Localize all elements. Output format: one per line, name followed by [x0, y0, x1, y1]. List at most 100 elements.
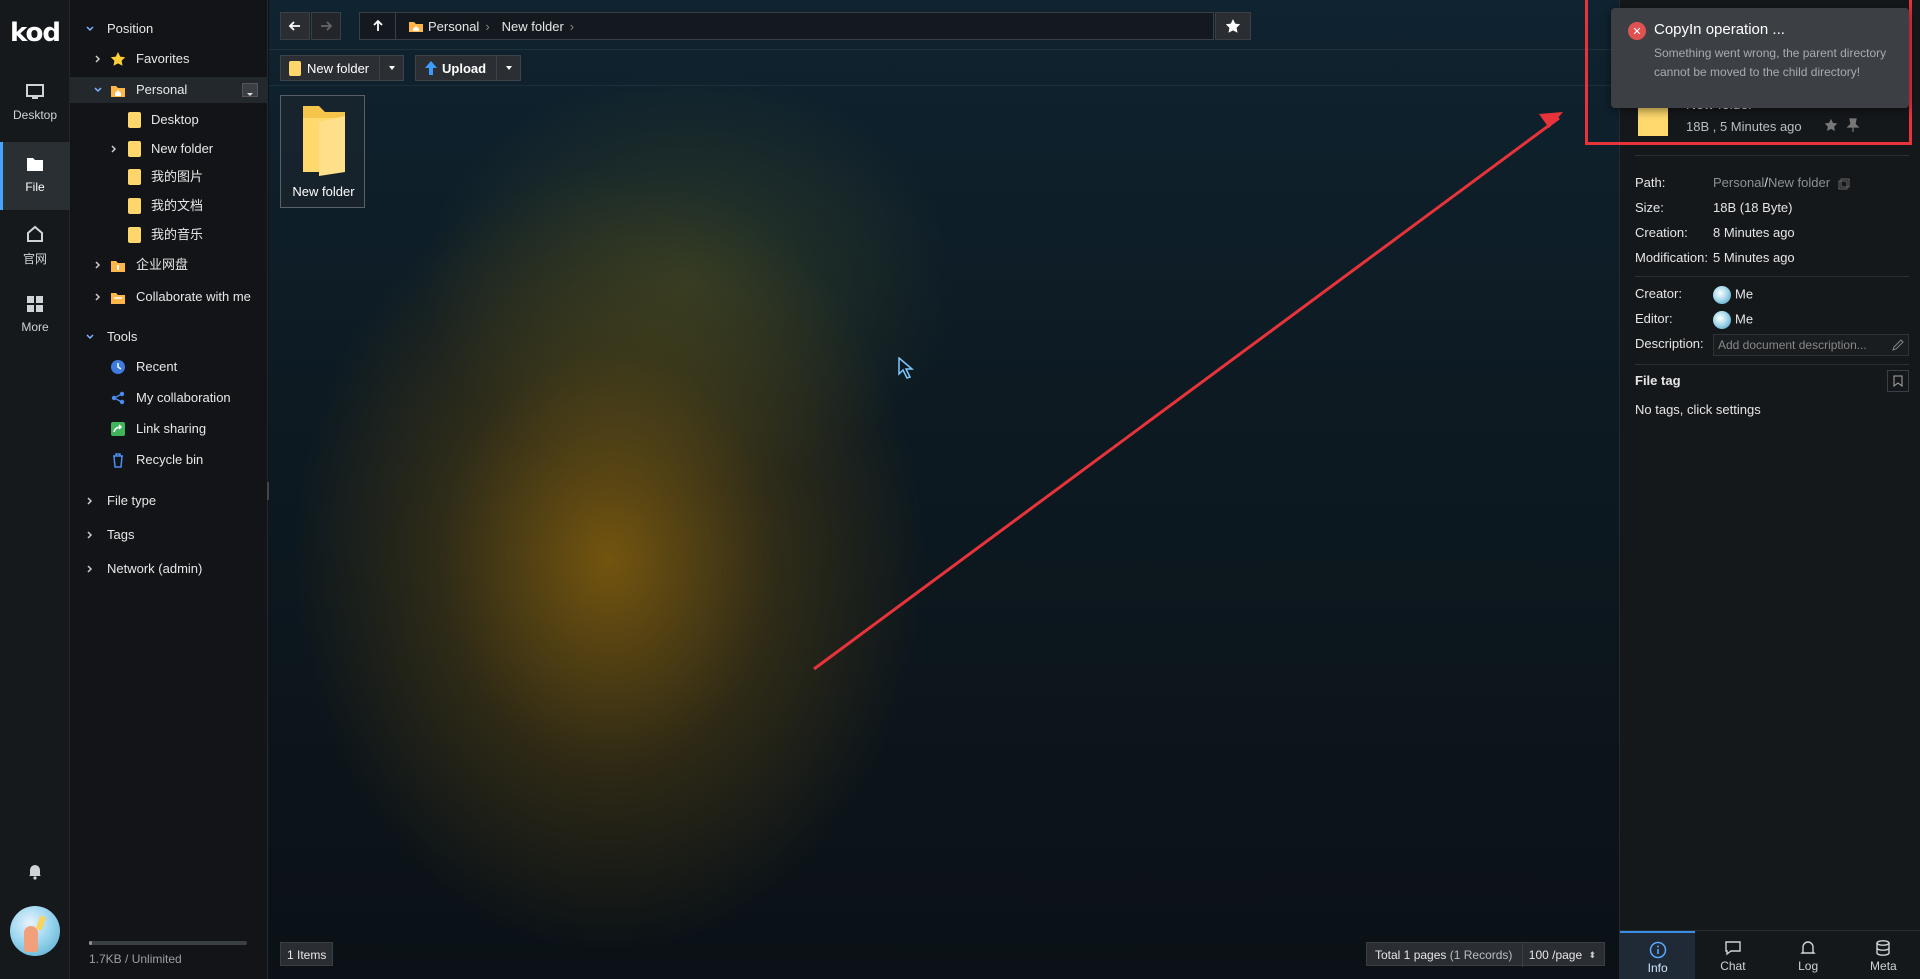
pencil-icon[interactable]: [1892, 339, 1904, 351]
info-label: Modification:: [1635, 250, 1708, 265]
grid-icon: [0, 294, 70, 320]
upload-dropdown[interactable]: [496, 56, 520, 80]
pagination: Total 1 pages (1 Records) 100 /page ⬍: [1366, 942, 1606, 967]
favorite-button[interactable]: [1215, 12, 1251, 40]
copy-icon[interactable]: [1838, 178, 1850, 190]
tree-item-personal[interactable]: Personal: [70, 77, 268, 103]
tree-item-label: New folder: [151, 141, 214, 156]
info-label: Size:: [1635, 200, 1664, 215]
back-button[interactable]: [280, 12, 310, 40]
folder-icon: [128, 169, 141, 185]
tree-item-my-documents[interactable]: 我的文档: [70, 193, 268, 219]
divider: [1635, 276, 1909, 277]
description-input[interactable]: Add document description...: [1713, 334, 1909, 356]
tab-label: Log: [1798, 959, 1819, 973]
editor-name: Me: [1735, 311, 1754, 327]
tree-item-label: Personal: [136, 82, 188, 97]
tab-chat[interactable]: Chat: [1695, 931, 1770, 979]
tab-log[interactable]: Log: [1771, 931, 1846, 979]
avatar-flag-shape: [35, 915, 47, 931]
folder-icon: [303, 106, 345, 176]
home-icon: [0, 224, 70, 250]
tree-section-tools[interactable]: Tools: [70, 324, 268, 350]
storage-quota-fill: [89, 941, 93, 945]
divider: [1635, 364, 1909, 365]
tree-section-network[interactable]: Network (admin): [70, 556, 268, 582]
avatar-figure-shape: [24, 926, 38, 952]
bell-icon: [1771, 939, 1846, 959]
tree-section-file-type[interactable]: File type: [70, 488, 268, 514]
file-toolbar: New folder Upload: [269, 50, 1619, 86]
trash-icon: [113, 453, 123, 468]
folder-tree: Position Favorites Personal Desktop New …: [70, 0, 270, 979]
tree-item-new-folder[interactable]: New folder: [70, 136, 268, 162]
rail-item-label: File: [25, 180, 45, 194]
address-bar: Personal › New folder ›: [269, 0, 1619, 50]
rail-item-more[interactable]: More: [0, 282, 70, 350]
chevron-right-icon: [95, 293, 101, 301]
chevron-right-icon: ›: [569, 18, 575, 34]
path-leaf-link[interactable]: New folder: [1768, 175, 1830, 190]
tag-settings-button[interactable]: [1887, 370, 1909, 392]
page-size-select[interactable]: 100 /page ⬍: [1521, 943, 1596, 967]
rail-item-desktop[interactable]: Desktop: [0, 70, 70, 138]
tab-label: Chat: [1720, 959, 1746, 973]
link-share-icon: [111, 422, 125, 436]
forward-button[interactable]: [311, 12, 341, 40]
upload-label: Upload: [442, 60, 487, 76]
tree-section-label: Tags: [107, 527, 135, 542]
tree-item-my-collaboration[interactable]: My collaboration: [70, 385, 268, 411]
breadcrumb-item-personal[interactable]: Personal ›: [408, 19, 490, 34]
error-toast[interactable]: ✕ CopyIn operation ... Something went wr…: [1611, 8, 1909, 108]
user-avatar[interactable]: [10, 906, 60, 956]
rail-item-label: 官网: [22, 252, 47, 266]
tree-item-label: Recent: [136, 359, 178, 374]
arrow-right-icon: [321, 21, 333, 31]
tab-meta[interactable]: Meta: [1846, 931, 1920, 979]
tree-item-label: 我的文档: [151, 198, 204, 213]
tree-item-my-music[interactable]: 我的音乐: [70, 222, 268, 248]
item-count: 1 Items: [280, 942, 334, 966]
chevron-down-icon: [86, 334, 94, 340]
app-rail: kod Desktop File 官网 More: [0, 0, 70, 979]
rail-item-label: Desktop: [12, 108, 58, 122]
tree-section-tags[interactable]: Tags: [70, 522, 268, 548]
enterprise-folder-icon: [111, 261, 125, 272]
rail-item-official[interactable]: 官网: [0, 212, 70, 280]
caret-down-icon: [505, 66, 512, 70]
tag-icon: [1893, 375, 1903, 387]
file-tag-title: File tag: [1635, 373, 1681, 388]
tree-item-my-pictures[interactable]: 我的图片: [70, 164, 268, 190]
info-value: Me: [1713, 311, 1753, 329]
file-item-new-folder[interactable]: New folder: [280, 95, 365, 208]
tab-info[interactable]: Info: [1620, 931, 1696, 979]
mouse-cursor-icon: [898, 357, 915, 379]
bell-icon[interactable]: [26, 862, 44, 880]
tree-item-desktop[interactable]: Desktop: [70, 107, 268, 133]
new-folder-dropdown[interactable]: [379, 56, 403, 80]
breadcrumb-item-new-folder[interactable]: New folder ›: [502, 19, 574, 34]
tree-item-collaborate[interactable]: Collaborate with me: [70, 284, 268, 310]
upload-button[interactable]: Upload: [415, 55, 521, 81]
tree-item-favorites[interactable]: Favorites: [70, 46, 268, 72]
tree-item-link-sharing[interactable]: Link sharing: [70, 416, 268, 442]
total-pages: Total 1 pages: [1375, 948, 1447, 962]
tree-section-position[interactable]: Position: [70, 16, 268, 42]
new-folder-button[interactable]: New folder: [280, 55, 404, 81]
tree-section-label: Position: [107, 21, 154, 36]
error-close-icon[interactable]: ✕: [1628, 22, 1646, 40]
tree-item-menu-button[interactable]: [242, 83, 258, 97]
parent-directory-button[interactable]: [360, 13, 396, 39]
tree-item-recent[interactable]: Recent: [70, 354, 268, 380]
folder-icon: [128, 227, 141, 243]
total-records: (1 Records): [1449, 948, 1513, 962]
path-root-link[interactable]: Personal: [1713, 175, 1764, 190]
tree-item-enterprise-disk[interactable]: 企业网盘: [70, 252, 268, 278]
no-tags-text[interactable]: No tags, click settings: [1635, 402, 1761, 417]
caret-down-icon: [388, 66, 395, 70]
shared-folder-icon: [111, 293, 125, 304]
rail-item-label: More: [21, 320, 49, 334]
tree-item-recycle-bin[interactable]: Recycle bin: [70, 447, 268, 473]
rail-item-file[interactable]: File: [0, 142, 70, 210]
folder-icon: [128, 198, 141, 214]
